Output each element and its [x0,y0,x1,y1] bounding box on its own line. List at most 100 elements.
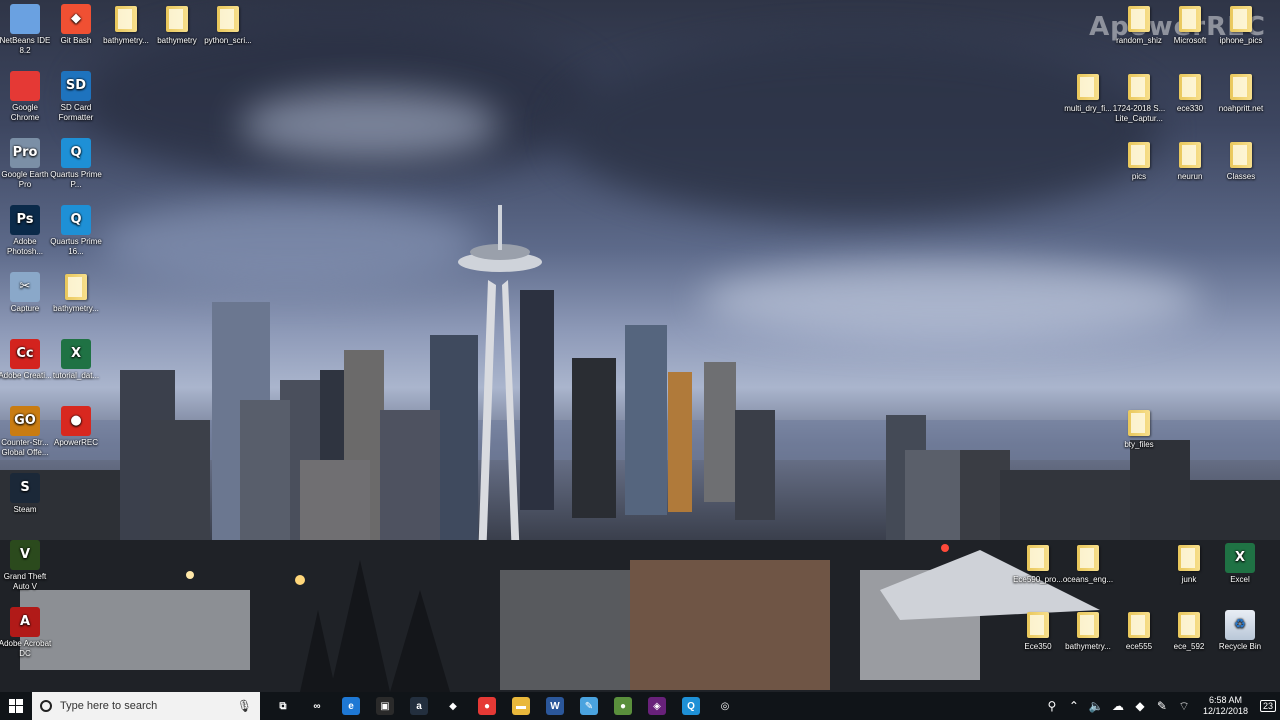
taskbar-search-app-button[interactable]: Q [674,692,708,720]
folder-icon [1179,6,1201,32]
city-light [295,575,305,585]
desktop-icon-quartus-prime-p[interactable]: Q Quartus Prime P... [48,138,104,204]
desktop-icon-bathymetry[interactable]: bathymetry [149,4,205,70]
desktop-icon-microsoft[interactable]: Microsoft [1162,4,1218,70]
taskbar-pen-app-button[interactable]: ✎ [572,692,606,720]
quartus-icon: Q [61,205,91,235]
needle-spire [498,205,502,250]
desktop-icon-multi-dry-fi[interactable]: multi_dry_fi... [1060,72,1116,138]
folder-icon [1128,142,1150,168]
desktop-icon-ece590-pro[interactable]: Ece590_pro... [1010,543,1066,609]
building [572,358,616,518]
taskbar-infinity-button[interactable]: ∞ [300,692,334,720]
desktop-icon-label: NetBeans IDE 8.2 [0,36,51,55]
chrome-icon: ● [478,697,496,715]
desktop-icon-label: Recycle Bin [1218,642,1262,651]
desktop-icon-bathymetry[interactable]: bathymetry... [48,272,104,338]
visual-studio-icon: ◈ [648,697,666,715]
desktop-icon-label: Google Earth Pro [1,170,49,189]
desktop-icon-noahpritt-net[interactable]: noahpritt.net [1213,72,1269,138]
pen-workspace-icon[interactable]: ✎ [1151,699,1173,713]
desktop-icon-neurun[interactable]: neurun [1162,140,1218,206]
building [905,450,960,550]
edge-icon: e [342,697,360,715]
desktop-icon-recycle-bin[interactable]: ♻ Recycle Bin [1212,610,1268,676]
desktop-icon-quartus-prime-16[interactable]: Q Quartus Prime 16... [48,205,104,271]
desktop-icon-label: Git Bash [60,36,92,45]
taskbar-word-button[interactable]: W [538,692,572,720]
desktop-icon-pics[interactable]: pics [1111,140,1167,206]
taskbar-pinned-apps: ⧉ ∞ e ▣ a ◆ ● ▬ W ✎ ● ◈ Q ◎ [266,692,742,720]
dropbox-icon: ◆ [449,700,457,712]
desktop-icon-apowerrec[interactable]: ● ApowerREC [48,406,104,472]
taskbar-file-explorer-button[interactable]: ▬ [504,692,538,720]
desktop-icon-google-earth-pro[interactable]: Pro Google Earth Pro [0,138,53,204]
acrobat-icon: A [10,607,40,637]
foreground-building [20,590,250,670]
amazon-icon: a [410,697,428,715]
desktop-icon-label: Ece590_pro... [1013,575,1063,584]
desktop-icon-junk[interactable]: junk [1161,543,1217,609]
recycle-bin-icon: ♻ [1225,610,1255,640]
desktop-icon-git-bash[interactable]: ◆ Git Bash [48,4,104,70]
desktop-icon-capture[interactable]: ✂ Capture [0,272,53,338]
folder-icon [1128,6,1150,32]
desktop-icon-ece555[interactable]: ece555 [1111,610,1167,676]
microphone-icon[interactable]: 🎙 [237,699,252,713]
desktop-icon-label: Adobe Photosh... [6,237,44,256]
desktop-icon-grand-theft-auto-v[interactable]: V Grand Theft Auto V [0,540,53,606]
desktop-icon-classes[interactable]: Classes [1213,140,1269,206]
desktop-icon-bathymetry[interactable]: bathymetry... [98,4,154,70]
start-button[interactable] [0,692,32,720]
desktop-icon-adobe-acrobat-dc[interactable]: A Adobe Acrobat DC [0,607,53,673]
action-center-button[interactable]: 23 [1256,692,1280,720]
desktop-icon-netbeans-ide-8-2[interactable]: NetBeans IDE 8.2 [0,4,53,70]
taskbar-dropbox-button[interactable]: ◆ [436,692,470,720]
infinity-icon: ∞ [313,700,321,712]
desktop-icon-label: pics [1131,172,1147,181]
desktop-icon-excel[interactable]: X Excel [1212,543,1268,609]
desktop-icon-1724-2018-s-lite-captur[interactable]: 1724-2018 S... Lite_Captur... [1111,72,1167,138]
taskbar-edge-button[interactable]: e [334,692,368,720]
taskbar-task-view-button[interactable]: ⧉ [266,692,300,720]
onedrive-cloud-icon[interactable]: ☁ [1107,699,1129,713]
desktop-icon-random-shiz[interactable]: random_shiz [1111,4,1167,70]
folder-icon [1230,142,1252,168]
desktop-icon-python-scri[interactable]: python_scri... [200,4,256,70]
show-hidden-icons-chevron-icon[interactable]: ⌃ [1063,699,1085,713]
desktop-icon-tutorial-dat[interactable]: Xtutorial_dat... [48,339,104,405]
task-view-icon: ⧉ [279,700,287,712]
taskbar-amazon-button[interactable]: a [402,692,436,720]
desktop-icon-bty-files[interactable]: bty_files [1111,408,1167,474]
desktop-icon-adobe-photosh[interactable]: Ps Adobe Photosh... [0,205,53,271]
taskbar-chrome-button[interactable]: ● [470,692,504,720]
taskbar-store-button[interactable]: ▣ [368,692,402,720]
wifi-icon[interactable]: ⌔ [1173,699,1195,714]
desktop-icon-adobe-creati[interactable]: Cc Adobe Creati... [0,339,53,405]
creative-cloud-icon: Cc [10,339,40,369]
dropbox-tray-icon[interactable]: ◆ [1129,699,1151,713]
desktop-icon-ece-592[interactable]: ece_592 [1161,610,1217,676]
desktop-icon-label: neurun [1177,172,1203,181]
desktop-icon-oceans-eng[interactable]: oceans_eng... [1060,543,1116,609]
building [735,410,775,520]
taskbar-record-button[interactable]: ◎ [708,692,742,720]
desktop-icon-google-chrome[interactable]: Google Chrome [0,71,53,137]
google-earth-icon: Pro [10,138,40,168]
desktop-icon-iphone-pics[interactable]: iphone_pics [1213,4,1269,70]
taskbar-visual-studio-button[interactable]: ◈ [640,692,674,720]
desktop-icon-ece330[interactable]: ece330 [1162,72,1218,138]
desktop-icon-label: bty_files [1124,440,1154,449]
search-app-icon: Q [682,697,700,715]
person-icon[interactable]: ⚲ [1041,699,1063,713]
desktop-icon-ece350[interactable]: Ece350 [1010,610,1066,676]
desktop-icon-sd-card-formatter[interactable]: SD SD Card Formatter [48,71,104,137]
volume-icon[interactable]: 🔈 [1085,699,1107,713]
desktop-icon-bathymetry[interactable]: bathymetry... [1060,610,1116,676]
taskbar-clock[interactable]: 6:58 AM 12/12/2018 [1195,695,1256,717]
desktop-icon-counter-str-global-offe[interactable]: GO Counter-Str... Global Offe... [0,406,53,472]
google-earth-icon: ● [614,697,632,715]
desktop-icon-steam[interactable]: S Steam [0,473,53,539]
taskbar-search-box[interactable]: Type here to search 🎙 [32,692,260,720]
taskbar-google-earth-button[interactable]: ● [606,692,640,720]
